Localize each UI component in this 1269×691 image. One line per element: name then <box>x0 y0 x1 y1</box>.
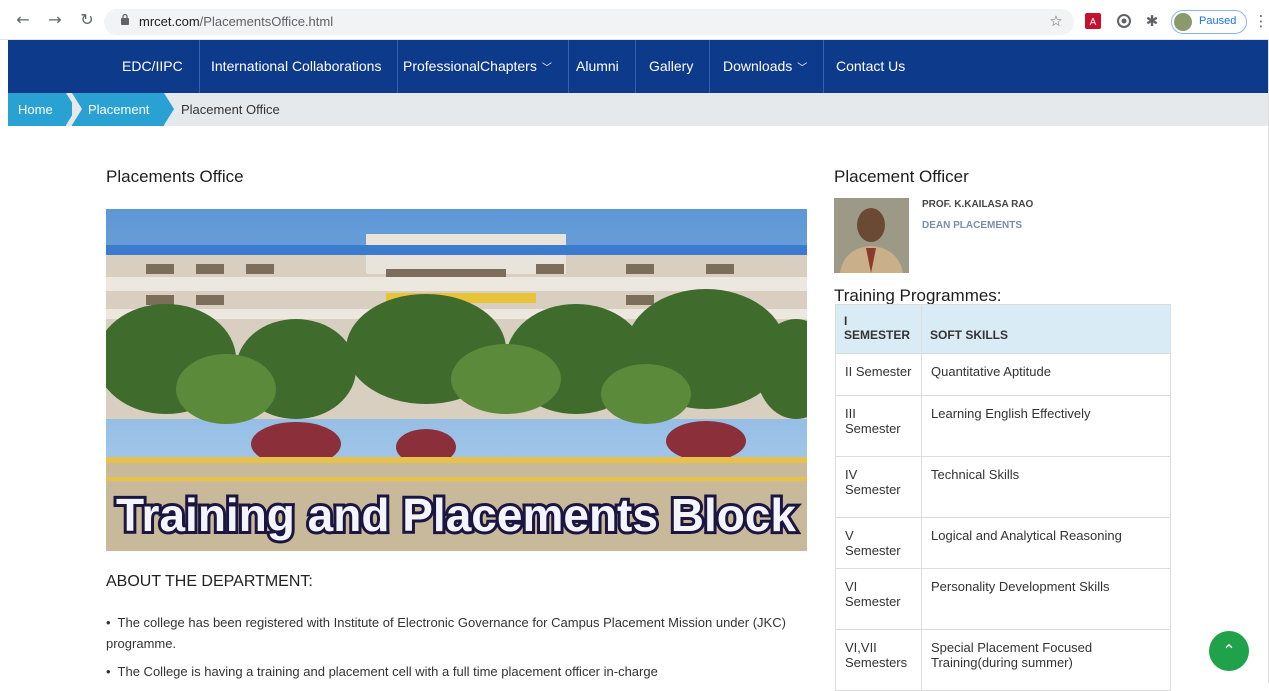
chevron-down-icon: ﹀ <box>541 63 552 74</box>
breadcrumb-current: Placement Office <box>181 102 280 117</box>
nav-item-label: Downloads <box>723 58 793 74</box>
page-title: Placements Office <box>106 167 244 186</box>
table-header-semester: I SEMESTER <box>835 304 922 354</box>
pdf-extension-icon[interactable]: A <box>1084 12 1102 30</box>
bullet-text: The college has been registered with Ins… <box>106 615 786 651</box>
nav-item-gallery[interactable]: Gallery <box>633 40 711 93</box>
nav-item-label: International Collaborations <box>211 58 382 74</box>
nav-item-label: Contact Us <box>836 58 906 74</box>
officer-role: DEAN PLACEMENTS <box>922 220 1023 231</box>
breadcrumb-placement-label: Placement <box>88 102 150 117</box>
table-cell-course: Technical Skills <box>921 456 1171 518</box>
table-cell-course: Logical and Analytical Reasoning <box>921 517 1171 569</box>
table-row: II Semester Quantitative Aptitude <box>835 353 1171 396</box>
table-cell-semester: II Semester <box>835 353 922 396</box>
training-table: I SEMESTER SOFT SKILLS II Semester Quant… <box>835 304 1171 691</box>
nav-item-alumni[interactable]: Alumni <box>560 40 636 93</box>
officer-name: PROF. K.KAILASA RAO <box>922 199 1034 210</box>
training-heading: Training Programmes: <box>834 286 1002 305</box>
table-cell-semester: IV Semester <box>835 456 922 518</box>
chevron-down-icon: ﹀ <box>797 63 808 74</box>
back-arrow-icon[interactable]: ← <box>14 11 32 29</box>
table-row: III Semester Learning English Effectivel… <box>835 395 1171 457</box>
table-row: VI Semester Personality Development Skil… <box>835 568 1171 630</box>
breadcrumb-placement[interactable]: Placement <box>72 93 174 126</box>
paused-label: Paused <box>1199 15 1237 27</box>
nav-item-label: Alumni <box>576 58 619 74</box>
lock-icon <box>121 13 129 25</box>
table-cell-course: Learning English Effectively <box>921 395 1171 457</box>
list-item: • The college has been registered with I… <box>106 615 786 651</box>
hero-caption: Training and Placements Block <box>116 489 796 541</box>
nav-item-label: EDC/IIPC <box>122 58 183 74</box>
url-path: /PlacementsOffice.html <box>199 14 334 29</box>
forward-arrow-icon[interactable]: → <box>46 11 64 29</box>
list-item: • The College is having a training and p… <box>106 664 658 679</box>
about-bullets: • The college has been registered with I… <box>106 612 806 689</box>
menu-dots-icon[interactable]: ⋮ <box>1252 12 1269 30</box>
officer-heading: Placement Officer <box>834 167 969 186</box>
table-row: VI,VII Semesters Special Placement Focus… <box>835 629 1171 691</box>
scroll-to-top-button[interactable]: ⌃ <box>1209 631 1249 671</box>
table-cell-course: Special Placement Focused Training(durin… <box>921 629 1171 691</box>
chevron-up-icon: ⌃ <box>1222 641 1236 660</box>
table-cell-semester: VI,VII Semesters <box>835 629 922 691</box>
star-icon[interactable]: ☆ <box>1047 12 1065 30</box>
nav-item-professional-chapters[interactable]: ProfessionalChapters ﹀ <box>387 40 569 93</box>
table-row: IV Semester Technical Skills <box>835 456 1171 518</box>
table-header-skills: SOFT SKILLS <box>921 304 1171 354</box>
table-cell-course: Personality Development Skills <box>921 568 1171 630</box>
nav-item-edc-iipc[interactable]: EDC/IIPC <box>106 40 200 93</box>
circle-extension-icon[interactable] <box>1115 12 1133 30</box>
nav-item-downloads[interactable]: Downloads ﹀ <box>707 40 825 93</box>
building-illustration: Training and Placements Block <box>106 209 807 551</box>
avatar <box>1174 13 1192 31</box>
table-cell-course: Quantitative Aptitude <box>921 353 1171 396</box>
officer-photo <box>834 198 909 273</box>
about-heading: ABOUT THE DEPARTMENT: <box>106 573 313 590</box>
table-header-row: I SEMESTER SOFT SKILLS <box>835 304 1171 354</box>
reload-icon[interactable]: ↻ <box>78 11 96 29</box>
table-cell-semester: VI Semester <box>835 568 922 630</box>
table-cell-semester: III Semester <box>835 395 922 457</box>
bullet-text: The College is having a training and pla… <box>117 664 658 679</box>
url-text[interactable]: mrcet.com/PlacementsOffice.html <box>139 13 333 31</box>
nav-item-international-collaborations[interactable]: International Collaborations <box>195 40 399 93</box>
hero-image: Training and Placements Block <box>106 209 807 551</box>
nav-item-contact-us[interactable]: Contact Us <box>820 40 921 93</box>
table-row: V Semester Logical and Analytical Reason… <box>835 517 1171 569</box>
puzzle-extension-icon[interactable]: ✱ <box>1143 12 1161 30</box>
nav-item-label: ProfessionalChapters <box>403 58 537 74</box>
url-domain: mrcet.com <box>139 14 200 29</box>
nav-item-label: Gallery <box>649 58 694 74</box>
svg-text:A: A <box>1090 17 1097 28</box>
breadcrumb-home[interactable]: Home <box>8 93 76 126</box>
table-cell-semester: V Semester <box>835 517 922 569</box>
